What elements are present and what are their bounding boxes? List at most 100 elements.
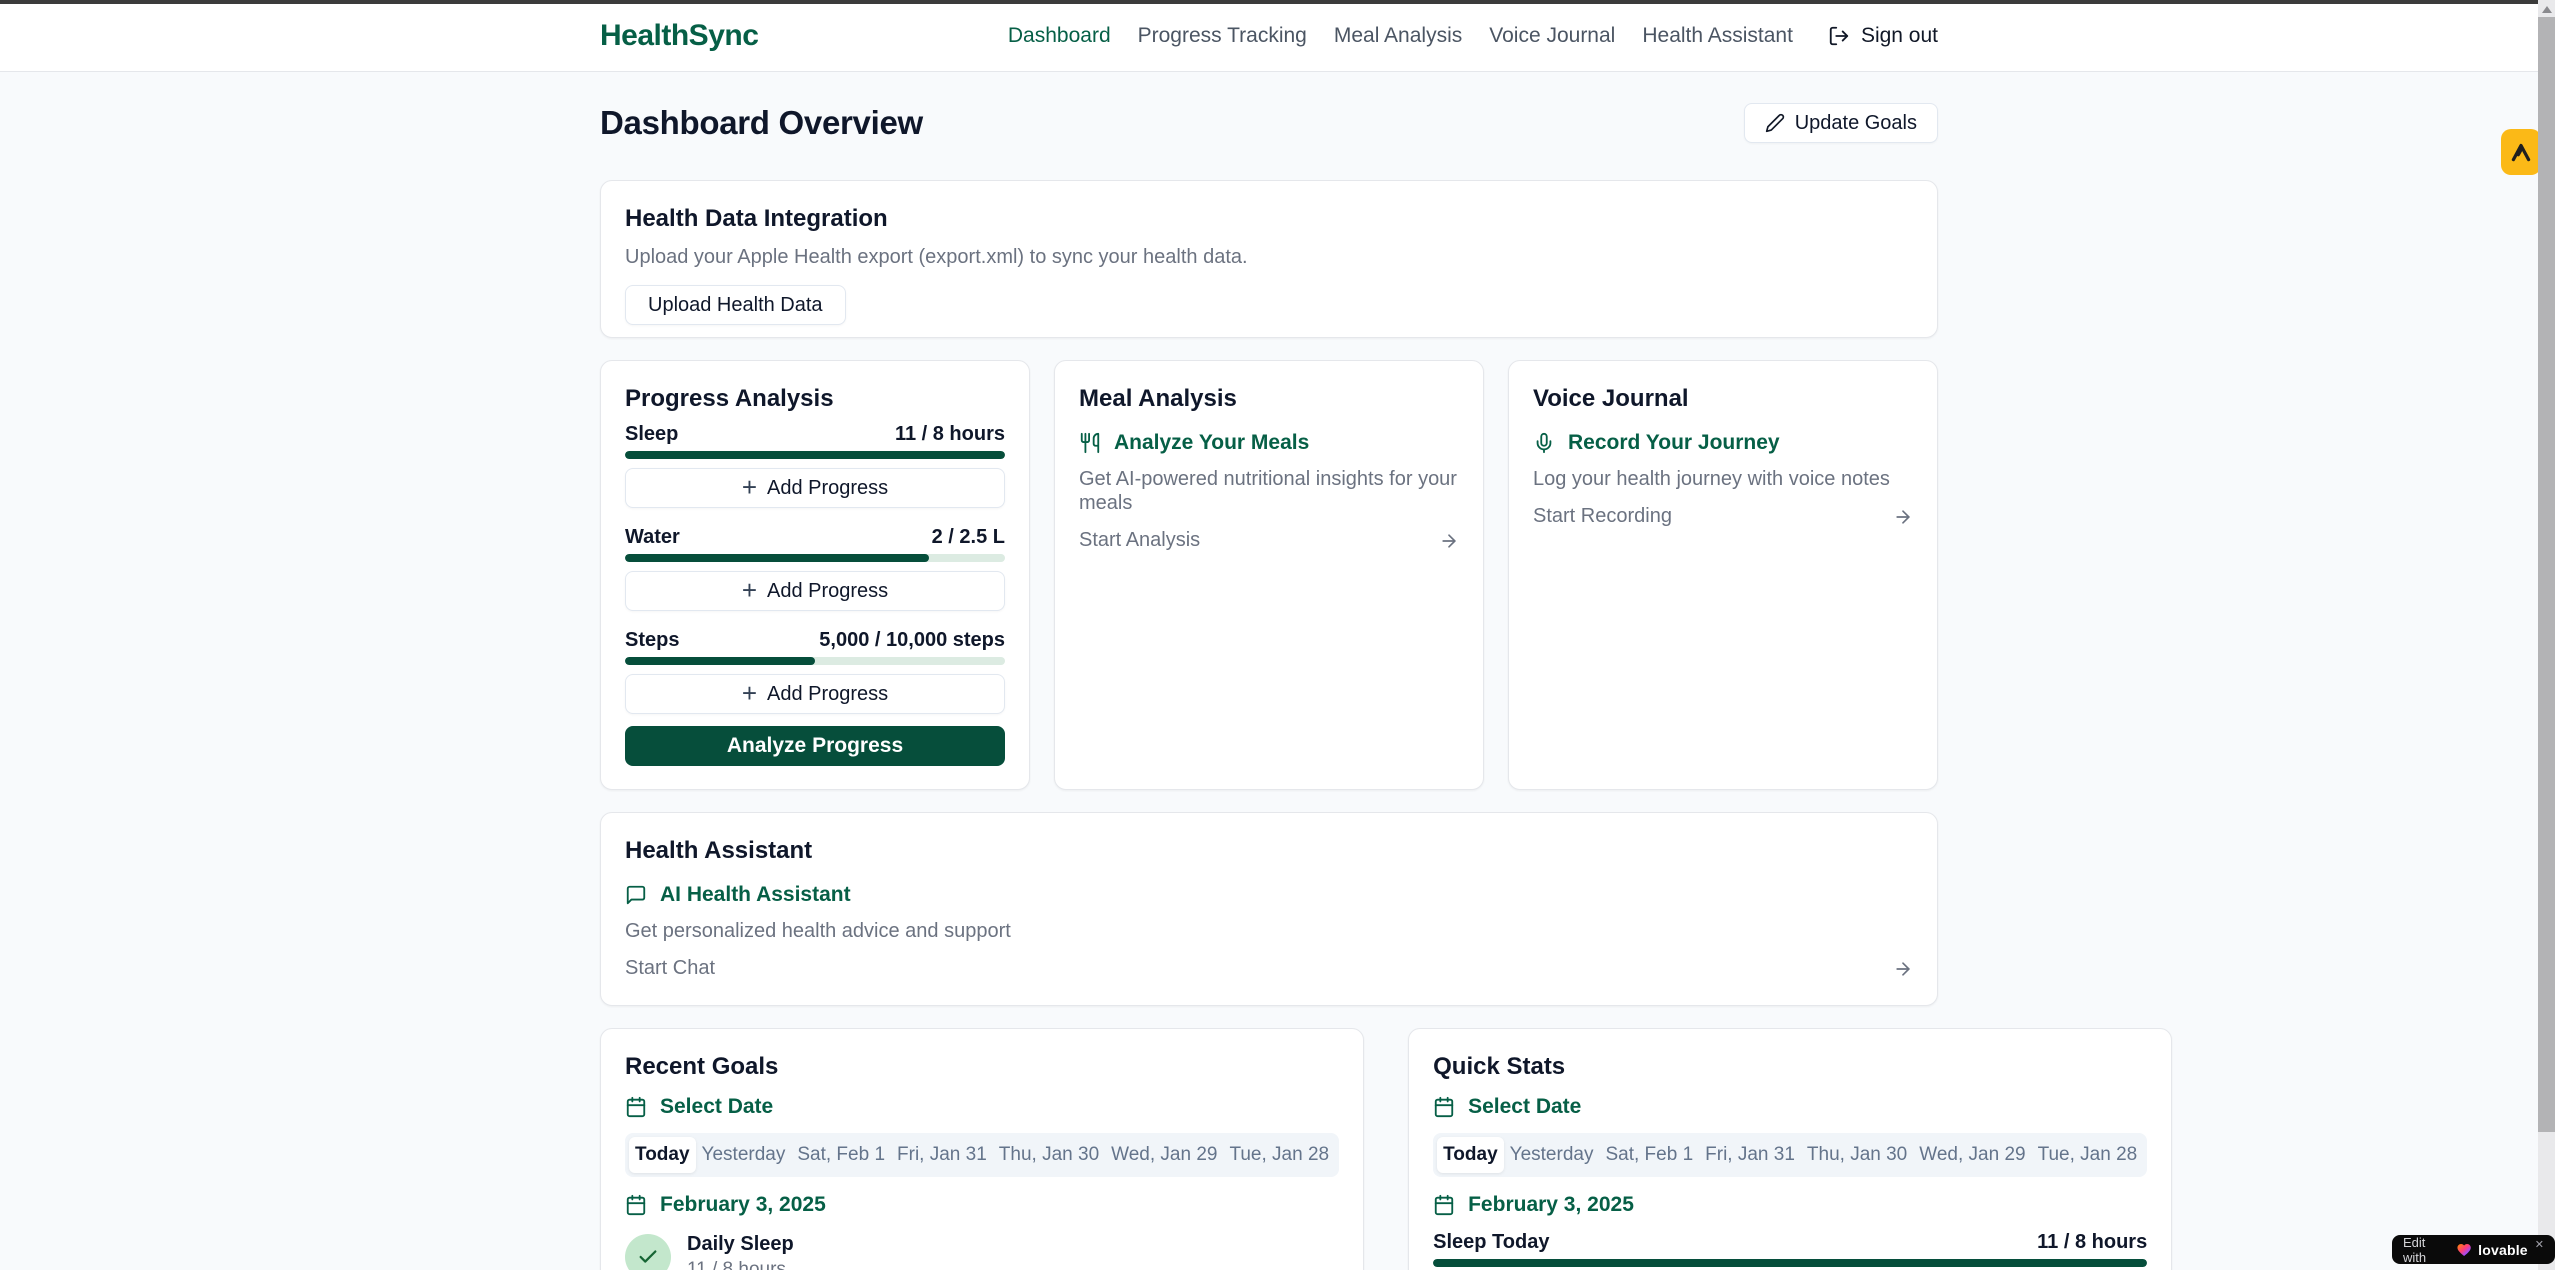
date-tab-today[interactable]: Today [1437,1137,1504,1173]
date-tabs: Today Yesterday Sat, Feb 1 Fri, Jan 31 T… [1433,1133,2147,1177]
start-recording-link[interactable]: Start Recording [1533,505,1913,528]
date-tab-fri-jan-31[interactable]: Fri, Jan 31 [1699,1137,1801,1173]
selected-date[interactable]: February 3, 2025 [625,1193,1339,1217]
date-tabs: Today Yesterday Sat, Feb 1 Fri, Jan 31 T… [625,1133,1339,1177]
calendar-icon [625,1194,647,1216]
date-tab-yesterday[interactable]: Yesterday [696,1137,792,1173]
goal-name: Daily Sleep [687,1233,794,1256]
main-nav: Dashboard Progress Tracking Meal Analysi… [1008,24,1938,48]
date-tab-sat-feb-1[interactable]: Sat, Feb 1 [791,1137,891,1173]
record-your-journey-link[interactable]: Record Your Journey [1533,431,1913,455]
scrollbar-thumb[interactable] [2538,17,2555,1132]
plus-icon: + [742,477,757,497]
ai-health-assistant-link[interactable]: AI Health Assistant [625,883,1913,907]
sleep-today-stat: Sleep Today 11 / 8 hours [1433,1231,2147,1254]
stat-label: Sleep Today [1433,1231,1549,1254]
close-icon[interactable]: ✕ [2535,1238,2544,1251]
metric-value: 2 / 2.5 L [932,526,1005,549]
lovable-mark-icon [2508,139,2534,165]
metric-label: Steps [625,629,679,652]
calendar-icon [1433,1194,1455,1216]
add-steps-progress-button[interactable]: + Add Progress [625,674,1005,714]
date-tab-thu-jan-30[interactable]: Thu, Jan 30 [993,1137,1105,1173]
card-title: Health Data Integration [625,205,1913,233]
upload-health-data-button[interactable]: Upload Health Data [625,285,846,325]
microphone-icon [1533,432,1555,454]
selected-date[interactable]: February 3, 2025 [1433,1193,2147,1217]
card-description: Upload your Apple Health export (export.… [625,245,1913,269]
update-goals-label: Update Goals [1795,112,1917,135]
analyze-your-meals-link[interactable]: Analyze Your Meals [1079,431,1459,455]
dashboard-main: Dashboard Overview Update Goals Health D… [600,103,1938,1270]
sign-out-button[interactable]: Sign out [1828,24,1938,48]
analyze-progress-button[interactable]: Analyze Progress [625,726,1005,766]
progress-analysis-card: Progress Analysis Sleep 11 / 8 hours + A… [600,360,1030,790]
edit-with-label: Edit with [2403,1235,2450,1265]
nav-meal-analysis[interactable]: Meal Analysis [1334,24,1462,48]
lovable-badge[interactable]: Edit with lovable ✕ [2392,1235,2555,1264]
water-progress-bar [625,554,1005,562]
calendar-icon [625,1096,647,1118]
update-goals-button[interactable]: Update Goals [1744,103,1938,143]
app-logo[interactable]: HealthSync [600,19,758,53]
nav-progress-tracking[interactable]: Progress Tracking [1138,24,1307,48]
recent-goals-card: Recent Goals Select Date Today Yesterday… [600,1028,1364,1270]
add-water-progress-button[interactable]: + Add Progress [625,571,1005,611]
date-tab-today[interactable]: Today [629,1137,696,1173]
sleep-today-progress-bar [1433,1259,2147,1267]
plus-icon: + [742,683,757,703]
select-date-button[interactable]: Select Date [625,1095,1339,1119]
voice-journal-card: Voice Journal Record Your Journey Log yo… [1508,360,1938,790]
lovable-brand-label: lovable [2478,1242,2528,1258]
card-title: Meal Analysis [1079,385,1459,413]
goal-value: 11 / 8 hours [687,1259,794,1270]
card-title: Quick Stats [1433,1053,2147,1081]
check-icon [637,1246,659,1268]
log-out-icon [1828,25,1850,47]
heart-icon [2456,1242,2472,1258]
lovable-edit-fab[interactable] [2501,129,2541,175]
start-chat-link[interactable]: Start Chat [625,957,1913,980]
sleep-metric: Sleep 11 / 8 hours + Add Progress [625,423,1005,508]
metric-value: 5,000 / 10,000 steps [819,629,1005,652]
steps-metric: Steps 5,000 / 10,000 steps + Add Progres… [625,629,1005,714]
nav-dashboard[interactable]: Dashboard [1008,24,1111,48]
goal-item: Daily Sleep 11 / 8 hours [625,1233,1339,1270]
calendar-icon [1433,1096,1455,1118]
add-sleep-progress-button[interactable]: + Add Progress [625,468,1005,508]
plus-icon: + [742,580,757,600]
start-analysis-link[interactable]: Start Analysis [1079,529,1459,552]
metric-label: Water [625,526,680,549]
chat-bubble-icon [625,884,647,906]
stat-value: 11 / 8 hours [2037,1231,2147,1254]
card-title: Health Assistant [625,837,1913,865]
utensils-icon [1079,432,1101,454]
health-assistant-card: Health Assistant AI Health Assistant Get… [600,812,1938,1006]
card-title: Voice Journal [1533,385,1913,413]
card-title: Recent Goals [625,1053,1339,1081]
scrollbar[interactable] [2538,0,2555,1270]
nav-health-assistant[interactable]: Health Assistant [1642,24,1793,48]
steps-progress-bar [625,657,1005,665]
metric-value: 11 / 8 hours [895,423,1005,446]
arrow-right-icon [1893,959,1913,979]
meal-analysis-card: Meal Analysis Analyze Your Meals Get AI-… [1054,360,1484,790]
date-tab-yesterday[interactable]: Yesterday [1504,1137,1600,1173]
date-tab-tue-jan-28[interactable]: Tue, Jan 28 [1223,1137,1335,1173]
card-description: Get personalized health advice and suppo… [625,919,1913,943]
card-title: Progress Analysis [625,385,1005,413]
date-tab-sat-feb-1[interactable]: Sat, Feb 1 [1599,1137,1699,1173]
date-tab-fri-jan-31[interactable]: Fri, Jan 31 [891,1137,993,1173]
date-tab-wed-jan-29[interactable]: Wed, Jan 29 [1105,1137,1223,1173]
date-tab-thu-jan-30[interactable]: Thu, Jan 30 [1801,1137,1913,1173]
scrollbar-up-arrow-icon[interactable] [2542,6,2552,13]
date-tab-wed-jan-29[interactable]: Wed, Jan 29 [1913,1137,2031,1173]
select-date-button[interactable]: Select Date [1433,1095,2147,1119]
goal-status [625,1234,671,1270]
date-tab-tue-jan-28[interactable]: Tue, Jan 28 [2032,1137,2144,1173]
nav-voice-journal[interactable]: Voice Journal [1489,24,1615,48]
pencil-icon [1765,113,1785,133]
arrow-right-icon [1893,507,1913,527]
top-nav: HealthSync Dashboard Progress Tracking M… [0,0,2555,72]
metric-label: Sleep [625,423,678,446]
